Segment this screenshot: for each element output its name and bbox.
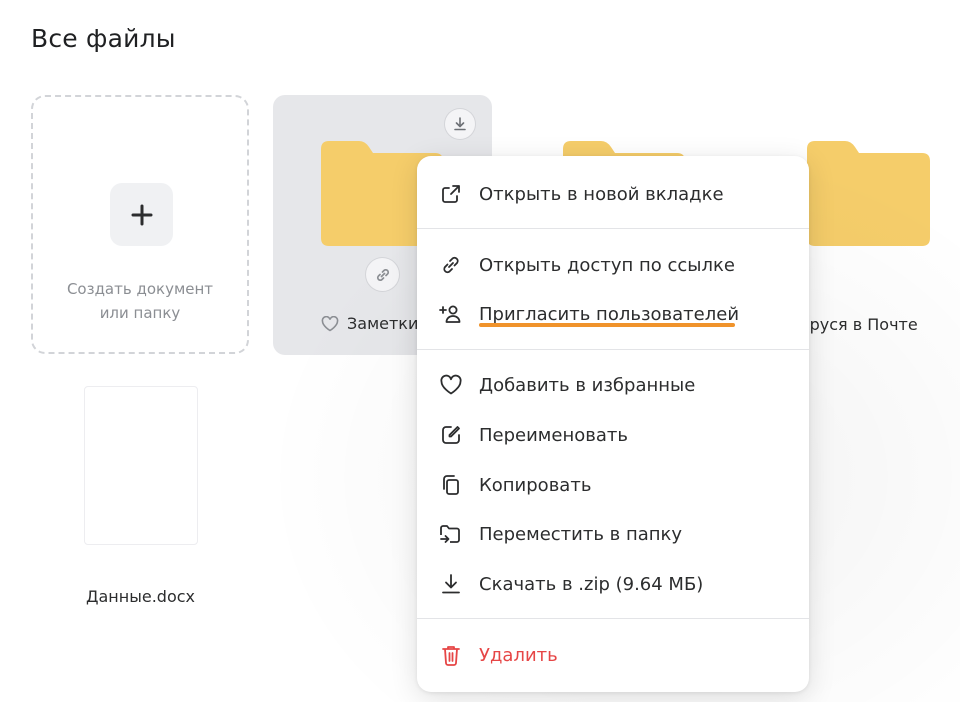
- heart-icon[interactable]: [321, 315, 339, 332]
- link-icon[interactable]: [366, 258, 399, 291]
- menu-item-label: Удалить: [479, 644, 558, 666]
- edit-icon: [439, 423, 463, 447]
- menu-item-delete[interactable]: Удалить: [417, 635, 809, 675]
- menu-item-label: Открыть в новой вкладке: [479, 183, 724, 205]
- copy-icon: [439, 473, 463, 497]
- menu-item-download-zip[interactable]: Скачать в .zip (9.64 МБ): [417, 564, 809, 604]
- link-icon: [439, 253, 463, 277]
- document-thumbnail[interactable]: [84, 386, 198, 545]
- create-document-text: Создать документ или папку: [66, 280, 214, 322]
- menu-item-label: Переименовать: [479, 424, 628, 446]
- menu-item-open-new-tab[interactable]: Открыть в новой вкладке: [417, 174, 809, 214]
- folder-name-row: Заметки: [321, 314, 418, 333]
- move-folder-icon: [439, 522, 463, 546]
- menu-item-label: Открыть доступ по ссылке: [479, 254, 735, 276]
- menu-divider: [417, 228, 809, 229]
- page-title: Все файлы: [31, 24, 176, 53]
- highlight-underline: [479, 323, 735, 327]
- download-icon: [439, 572, 463, 596]
- trash-icon: [439, 643, 463, 667]
- menu-item-copy[interactable]: Копировать: [417, 465, 809, 505]
- create-document-label: Создать документ или папку: [33, 277, 247, 325]
- plus-icon[interactable]: [110, 183, 173, 246]
- create-document-tile[interactable]: Создать документ или папку: [31, 95, 249, 354]
- menu-item-label: Скачать в .zip (9.64 МБ): [479, 573, 704, 595]
- menu-item-label: Копировать: [479, 474, 592, 496]
- download-icon[interactable]: [445, 109, 475, 139]
- document-name[interactable]: Данные.docx: [86, 587, 195, 606]
- menu-divider: [417, 618, 809, 619]
- folder-name: Заметки: [347, 314, 419, 333]
- menu-item-invite-users[interactable]: Пригласить пользователей: [417, 294, 809, 334]
- external-link-icon: [439, 182, 463, 206]
- menu-item-label: Добавить в избранные: [479, 374, 696, 396]
- folder-icon[interactable]: [807, 141, 930, 246]
- context-menu: Открыть в новой вкладке Открыть доступ п…: [417, 156, 809, 692]
- menu-item-share-link[interactable]: Открыть доступ по ссылке: [417, 245, 809, 285]
- menu-divider: [417, 349, 809, 350]
- add-user-icon: [439, 302, 463, 326]
- menu-item-add-favorites[interactable]: Добавить в избранные: [417, 365, 809, 405]
- menu-item-rename[interactable]: Переименовать: [417, 415, 809, 455]
- menu-item-label: Переместить в папку: [479, 523, 683, 545]
- heart-icon: [439, 373, 463, 397]
- menu-item-label: Пригласить пользователей: [479, 303, 740, 325]
- menu-item-move[interactable]: Переместить в папку: [417, 514, 809, 554]
